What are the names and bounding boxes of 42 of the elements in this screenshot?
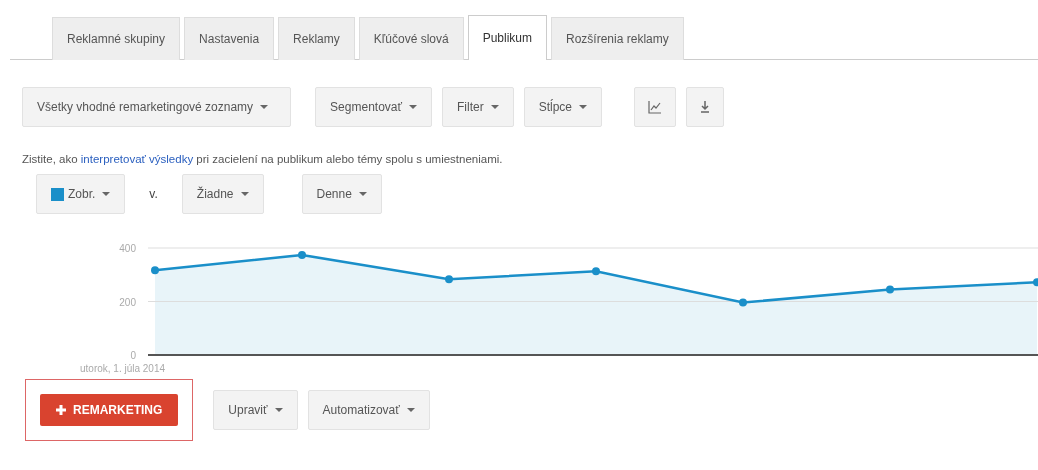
data-point [151, 266, 159, 275]
metric-dropdown[interactable]: Zobr. [36, 174, 126, 214]
data-point [1033, 278, 1038, 287]
tab[interactable]: Publikum [467, 15, 547, 60]
interpret-link[interactable]: interpretovať výsledky [80, 153, 194, 165]
y-tick-label: 400 [119, 243, 136, 254]
list-dropdown[interactable]: Všetky vhodné remarketingové zoznamy [22, 87, 292, 127]
download-icon[interactable] [686, 87, 725, 127]
period-dropdown[interactable]: Denne [301, 174, 382, 214]
tab[interactable]: Rozšírenia reklamy [551, 17, 684, 60]
data-point [739, 298, 747, 307]
filter-dropdown[interactable]: Filter [442, 87, 514, 127]
caret-icon [358, 192, 367, 196]
tab[interactable]: Reklamy [278, 17, 355, 60]
caret-icon [409, 105, 417, 109]
caret-icon [260, 105, 269, 109]
edit-dropdown[interactable]: Upraviť [213, 390, 298, 430]
y-tick-label: 200 [119, 296, 136, 308]
plus-icon [56, 405, 66, 415]
caret-icon [240, 192, 249, 196]
hint-text: Zistite, ako interpretovať výsledky pri zacielení na publikum alebo témy spolu s umiestneniami. [22, 153, 504, 165]
caret-icon [406, 408, 415, 412]
data-point [298, 250, 306, 259]
tab[interactable]: Reklamné skupiny [52, 17, 181, 60]
data-point [445, 275, 453, 284]
caret-icon [579, 105, 588, 109]
caret-icon [102, 192, 111, 196]
chart-icon[interactable] [634, 87, 677, 127]
date-label: utorok, 1. júla 2014 [80, 363, 166, 374]
tab[interactable]: Kľúčové slová [358, 17, 464, 60]
caret-icon [274, 408, 283, 412]
segment-dropdown[interactable]: Segmentovať [315, 87, 432, 127]
tab[interactable]: Nastavenia [184, 17, 275, 60]
columns-dropdown[interactable]: Stĺpce [523, 87, 603, 127]
compare-dropdown[interactable]: Žiadne [181, 174, 264, 214]
y-tick-label: 0 [130, 350, 136, 361]
caret-icon [490, 105, 499, 109]
versus-label: v. [149, 187, 158, 201]
data-point [886, 285, 894, 294]
data-point [592, 267, 600, 276]
automate-dropdown[interactable]: Automatizovať [307, 390, 430, 430]
add-remarketing-button[interactable]: REMARKETING [40, 394, 179, 426]
